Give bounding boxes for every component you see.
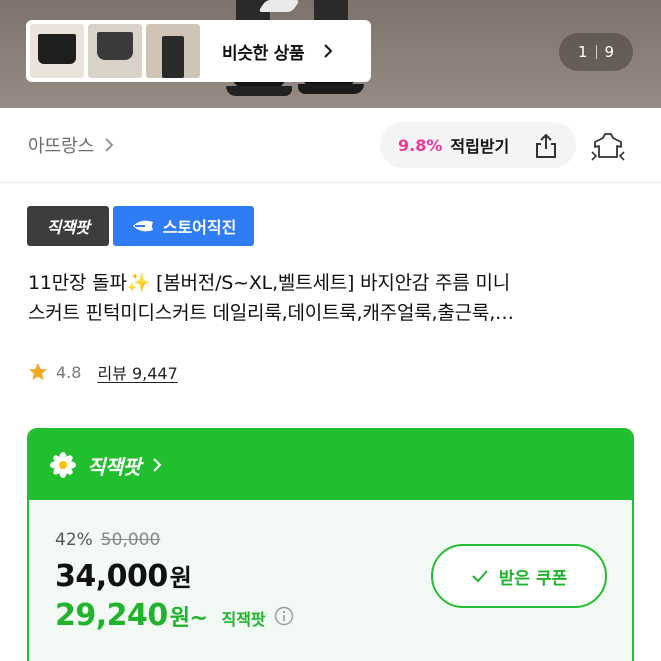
deal-header-link[interactable]: 직잭팟 — [29, 430, 632, 500]
coupon-label: 받은 쿠폰 — [498, 568, 568, 589]
similar-product-thumbnail — [88, 24, 142, 78]
shop-name: 아뜨랑스 — [28, 136, 95, 157]
sale-price: 34,000원 — [55, 558, 192, 594]
sale-price-value: 34,000 — [55, 559, 168, 594]
store-direct-label: 스토어직진 — [162, 218, 237, 237]
sale-price-unit: 원 — [169, 564, 192, 592]
points-percent: 9.8% — [398, 135, 443, 155]
product-title: 11만장 돌파✨ [봄버전/S~XL,벨트세트] 바지안감 주름 미니 스커트 … — [28, 268, 638, 328]
shop-row: 아뜨랑스 9.8% 적립받기 — [0, 108, 661, 182]
deal-price-unit: 원~ — [169, 606, 208, 631]
similar-product-thumbnail — [30, 24, 84, 78]
rocket-icon — [132, 220, 153, 232]
similar-product-thumbnail — [146, 24, 200, 78]
product-title-line2: 스커트 핀턱미디스커트 데일리룩,데이트룩,캐주얼룩,출근룩,… — [28, 302, 514, 324]
photo-detail — [257, 0, 301, 12]
photo-detail — [226, 86, 292, 96]
section-divider — [0, 182, 661, 183]
original-price: 50,000 — [100, 530, 161, 550]
flower-icon — [50, 452, 76, 478]
chevron-right-icon — [152, 458, 162, 472]
store-direct-badge: 스토어직진 — [113, 206, 254, 246]
deal-price: 29,240원~ — [55, 598, 208, 633]
photo-detail — [298, 84, 364, 94]
rating-row: 4.8 리뷰 9,447 — [28, 360, 178, 384]
pager-total: 9 — [604, 43, 615, 61]
shop-link[interactable]: 아뜨랑스 — [28, 132, 114, 158]
received-coupon-button[interactable]: 받은 쿠폰 — [431, 544, 607, 608]
product-image-carousel[interactable]: 비슷한 상품 1 9 — [0, 0, 661, 108]
info-icon[interactable] — [274, 606, 294, 626]
share-icon[interactable] — [532, 132, 560, 160]
chevron-right-icon — [324, 44, 333, 58]
pager-separator — [595, 45, 597, 59]
review-count-link[interactable]: 리뷰 9,447 — [97, 360, 177, 384]
star-icon — [29, 363, 47, 380]
check-icon — [472, 570, 488, 583]
image-pager: 1 9 — [559, 33, 633, 71]
direct-jackpot-badge: 직잭팟 — [27, 206, 109, 246]
deal-card: 직잭팟 42% 50,000 34,000원 29,240원~ 직잭팟 받은 쿠… — [27, 428, 634, 661]
discount-percent: 42% — [55, 530, 93, 550]
deal-tag: 직잭팟 — [221, 610, 266, 629]
deal-price-row: 29,240원~ 직잭팟 — [55, 598, 294, 633]
product-title-line1: 11만장 돌파✨ [봄버전/S~XL,벨트세트] 바지안감 주름 미니 — [28, 272, 511, 294]
similar-products-button[interactable]: 비슷한 상품 — [26, 20, 371, 82]
chevron-right-icon — [105, 138, 114, 152]
deal-price-value: 29,240 — [55, 598, 168, 633]
similar-products-label: 비슷한 상품 — [222, 43, 305, 64]
deal-brand-label: 직잭팟 — [87, 454, 141, 479]
rating-value: 4.8 — [56, 362, 82, 382]
points-label: 적립받기 — [450, 137, 510, 156]
pager-current: 1 — [577, 43, 588, 61]
discount-row: 42% 50,000 — [55, 530, 160, 550]
points-earn-button[interactable]: 9.8% 적립받기 — [380, 122, 576, 168]
hanger-icon[interactable] — [590, 130, 626, 162]
